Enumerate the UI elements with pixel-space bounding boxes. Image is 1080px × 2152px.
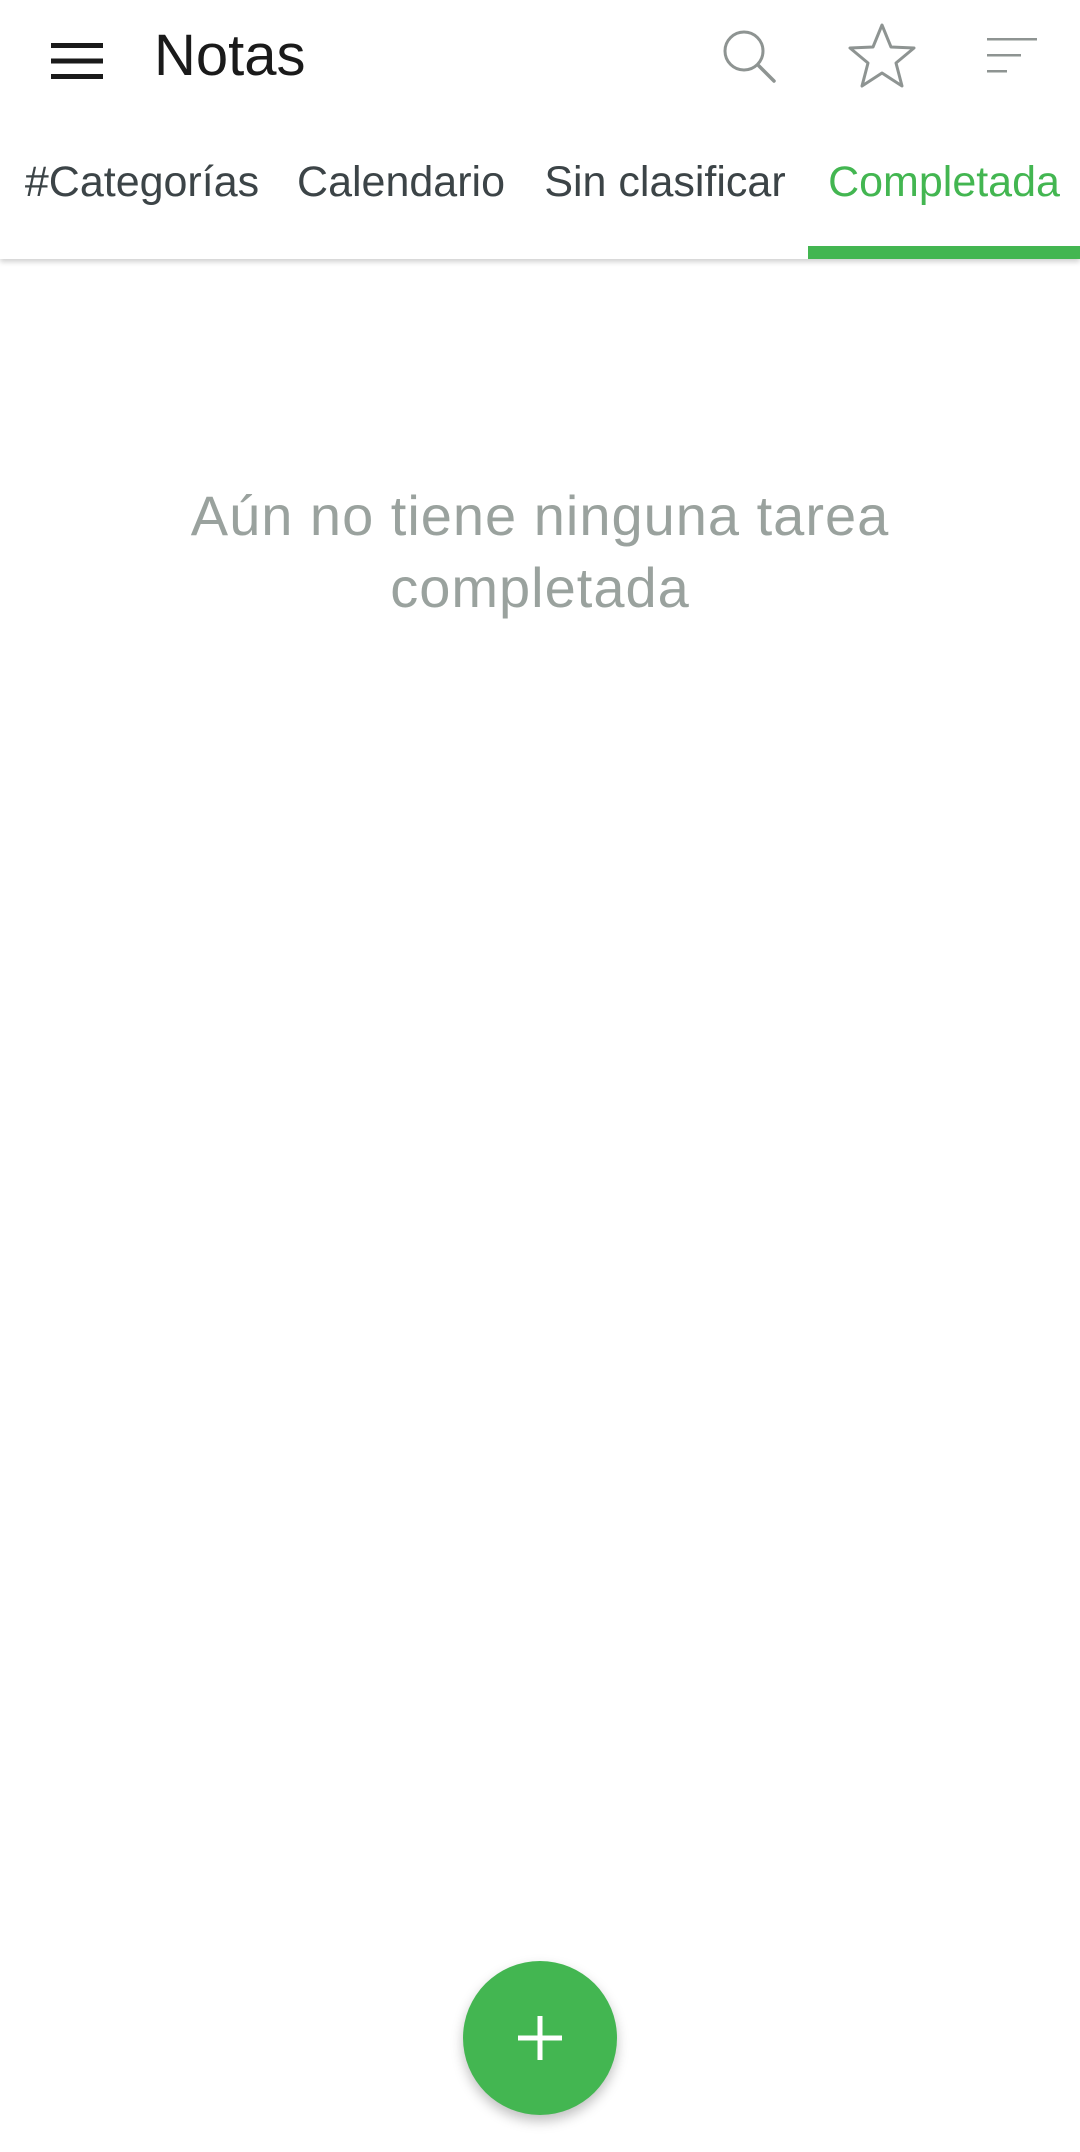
tab-calendario[interactable]: Calendario xyxy=(286,136,516,259)
menu-button[interactable] xyxy=(34,18,120,104)
tab-bar: #Categorías Calendario Sin clasificar Co… xyxy=(0,136,1080,259)
app-bar: Notas #Categorías Calendario Sin clasifi… xyxy=(0,0,1080,259)
active-tab-indicator xyxy=(808,246,1080,259)
tab-completada[interactable]: Completada xyxy=(808,136,1080,259)
search-button[interactable] xyxy=(703,14,795,98)
page-title: Notas xyxy=(154,23,306,88)
plus-icon xyxy=(518,2016,562,2060)
app-screen: Notas #Categorías Calendario Sin clasifi… xyxy=(0,0,1080,2152)
sort-button[interactable] xyxy=(967,14,1059,98)
search-icon xyxy=(723,30,776,83)
tab-sin-clasificar[interactable]: Sin clasificar xyxy=(530,136,800,259)
sort-icon xyxy=(987,38,1037,73)
menu-icon xyxy=(51,43,103,79)
empty-state-message: Aún no tiene ninguna tarea completada xyxy=(190,484,890,619)
add-task-button[interactable] xyxy=(463,1961,617,2115)
star-icon xyxy=(848,23,916,88)
tab-categorias[interactable]: #Categorías xyxy=(12,136,272,259)
favorites-button[interactable] xyxy=(836,14,928,98)
